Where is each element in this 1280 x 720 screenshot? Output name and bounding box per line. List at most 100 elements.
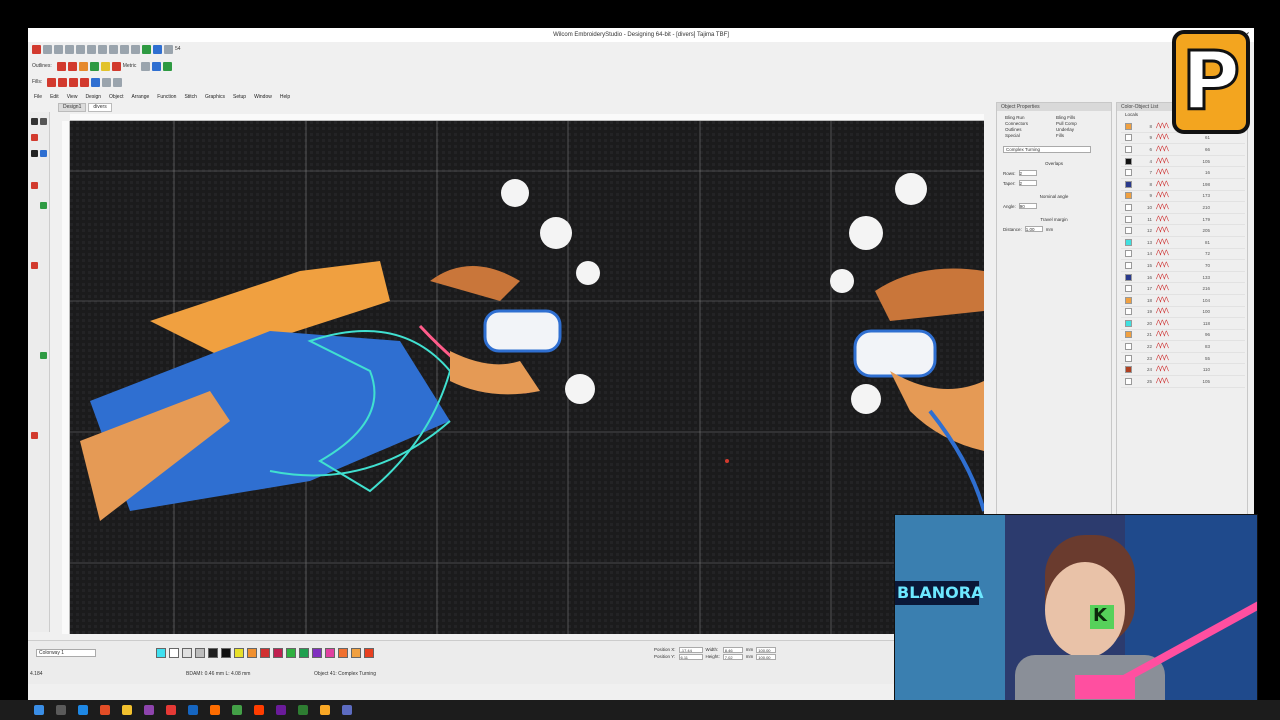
palette-swatch[interactable]: [273, 648, 283, 658]
edge-icon[interactable]: [78, 705, 88, 715]
list-item[interactable]: 10 ⋀⋀⋀ 210: [1121, 202, 1245, 214]
palette-swatch[interactable]: [286, 648, 296, 658]
width-input[interactable]: 8.46: [722, 647, 743, 653]
tab-bling-fills[interactable]: Bling Fills: [1056, 115, 1103, 120]
cut-icon[interactable]: [87, 44, 96, 54]
colorway-select[interactable]: Colorway 1: [36, 649, 96, 657]
list-item[interactable]: 24 ⋀⋀⋀ 110: [1121, 364, 1245, 377]
palette-swatch[interactable]: [221, 648, 231, 658]
list-item[interactable]: 20 ⋀⋀⋀ 118: [1121, 318, 1245, 330]
grid-icon[interactable]: [141, 61, 151, 71]
brave-icon[interactable]: [254, 705, 264, 715]
spotify-icon[interactable]: [232, 705, 242, 715]
open-file-icon[interactable]: [54, 44, 63, 54]
paste-icon[interactable]: [109, 44, 118, 54]
scale-width-input[interactable]: 100.00: [756, 647, 777, 653]
list-item[interactable]: 9 ⋀⋀⋀ 173: [1121, 191, 1245, 203]
menu-arrange[interactable]: Arrange: [131, 94, 149, 100]
lettering-icon[interactable]: [31, 150, 38, 157]
palette-swatch[interactable]: [169, 648, 179, 658]
palette-swatch[interactable]: [234, 648, 244, 658]
bling-icon[interactable]: [100, 61, 110, 71]
app-icon-1[interactable]: [100, 705, 110, 715]
fill-tool-icon[interactable]: [89, 61, 99, 71]
print-icon[interactable]: [76, 44, 85, 54]
position-y-input[interactable]: 6.11: [678, 654, 703, 660]
list-item[interactable]: 4 ⋀⋀⋀ 105: [1121, 156, 1245, 168]
list-item[interactable]: 17 ⋀⋀⋀ 216: [1121, 283, 1245, 295]
list-item[interactable]: 25 ⋀⋀⋀ 105: [1121, 376, 1245, 388]
satin-icon[interactable]: [58, 77, 68, 87]
list-item[interactable]: 11 ⋀⋀⋀ 179: [1121, 214, 1245, 226]
redo-icon[interactable]: [131, 44, 140, 54]
pattern-fill-icon[interactable]: [80, 77, 90, 87]
app-icon-9[interactable]: [342, 705, 352, 715]
stitch-player-icon[interactable]: [153, 44, 162, 54]
transform-icon[interactable]: [102, 77, 112, 87]
stitch-type-select[interactable]: Complex Turning: [1003, 146, 1091, 153]
height-input[interactable]: 7.02: [722, 654, 743, 660]
run-stitch-icon[interactable]: [56, 61, 66, 71]
list-item[interactable]: 19 ⋀⋀⋀ 100: [1121, 307, 1245, 319]
new-file-icon[interactable]: [43, 44, 52, 54]
menu-edit[interactable]: Edit: [50, 94, 59, 100]
align-icon[interactable]: [163, 61, 173, 71]
app-icon-5[interactable]: [210, 705, 220, 715]
list-item[interactable]: 18 ⋀⋀⋀ 104: [1121, 295, 1245, 307]
menu-help[interactable]: Help: [280, 94, 290, 100]
tab-special[interactable]: Special: [1005, 133, 1052, 138]
list-item[interactable]: 12 ⋀⋀⋀ 205: [1121, 225, 1245, 237]
app-icon-7[interactable]: [298, 705, 308, 715]
palette-swatch[interactable]: [182, 648, 192, 658]
menu-window[interactable]: Window: [254, 94, 272, 100]
taper-input[interactable]: 2: [1018, 180, 1037, 186]
motif-icon[interactable]: [111, 61, 121, 71]
measure-icon[interactable]: [31, 432, 38, 439]
triple-run-icon[interactable]: [67, 61, 77, 71]
edit-stitch-icon[interactable]: [31, 262, 38, 269]
list-item[interactable]: 23 ⋀⋀⋀ 55: [1121, 353, 1245, 365]
palette-swatch[interactable]: [338, 648, 348, 658]
tab-connectors[interactable]: Connectors: [1005, 121, 1052, 126]
zoom-value[interactable]: 54: [175, 46, 181, 52]
app-icon-2[interactable]: [144, 705, 154, 715]
menu-object[interactable]: Object: [109, 94, 123, 100]
position-x-input[interactable]: -17.44: [678, 647, 703, 653]
palette-swatch[interactable]: [325, 648, 335, 658]
tab-pull-comp[interactable]: Pull Comp: [1056, 121, 1103, 126]
app-icon-3[interactable]: [166, 705, 176, 715]
palette-swatch[interactable]: [299, 648, 309, 658]
app-icon-6[interactable]: [276, 705, 286, 715]
list-item[interactable]: 21 ⋀⋀⋀ 96: [1121, 330, 1245, 342]
copy-icon[interactable]: [98, 44, 107, 54]
rows-input[interactable]: 2: [1018, 170, 1037, 176]
menu-stitch[interactable]: Stitch: [184, 94, 197, 100]
auto-icon[interactable]: [40, 352, 47, 359]
list-item[interactable]: 13 ⋀⋀⋀ 81: [1121, 237, 1245, 249]
tab-fills[interactable]: Fills: [1056, 133, 1103, 138]
tab-underlay[interactable]: Underlay: [1056, 127, 1103, 132]
list-item[interactable]: 15 ⋀⋀⋀ 70: [1121, 260, 1245, 272]
save-icon[interactable]: [65, 44, 74, 54]
list-item[interactable]: 8 ⋀⋀⋀ 198: [1121, 179, 1245, 191]
fill-object-icon[interactable]: [31, 182, 38, 189]
menu-view[interactable]: View: [67, 94, 78, 100]
travel-icon[interactable]: [142, 44, 151, 54]
satin-outline-icon[interactable]: [78, 61, 88, 71]
applique-icon[interactable]: [91, 77, 101, 87]
wilcom-logo-icon[interactable]: [32, 44, 41, 54]
distance-input[interactable]: 1.00: [1024, 226, 1043, 232]
tab-divers[interactable]: divers: [88, 103, 112, 112]
tab-bling-run[interactable]: Bling Run: [1005, 115, 1052, 120]
metric-dropdown[interactable]: Metric: [123, 63, 137, 69]
list-item[interactable]: 14 ⋀⋀⋀ 72: [1121, 249, 1245, 261]
start-icon[interactable]: [34, 705, 44, 715]
palette-swatch[interactable]: [260, 648, 270, 658]
menu-design[interactable]: Design: [85, 94, 101, 100]
angle-input[interactable]: 90: [1018, 203, 1037, 209]
list-item[interactable]: 22 ⋀⋀⋀ 83: [1121, 341, 1245, 353]
palette-swatch[interactable]: [351, 648, 361, 658]
list-item[interactable]: 9 ⋀⋀⋀ 61: [1121, 133, 1245, 145]
palette-swatch[interactable]: [312, 648, 322, 658]
menu-function[interactable]: Function: [157, 94, 176, 100]
